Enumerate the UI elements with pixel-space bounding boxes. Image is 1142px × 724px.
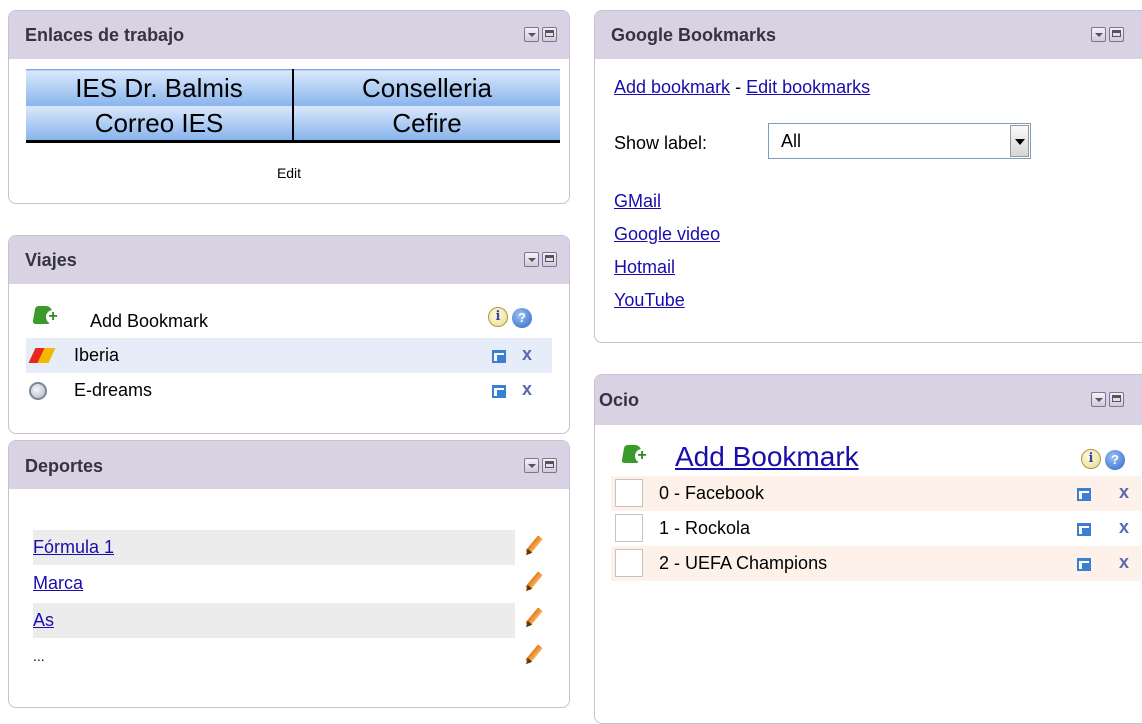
bookmark-link-marca[interactable]: Marca <box>33 566 83 601</box>
add-bookmark-icon[interactable] <box>621 445 649 467</box>
edit-pencil-icon[interactable] <box>523 607 545 629</box>
bookmark-link-google-video[interactable]: Google video <box>614 224 720 244</box>
minimize-icon[interactable] <box>524 27 539 42</box>
maximize-icon[interactable] <box>1109 392 1124 407</box>
edit-pencil-icon[interactable] <box>523 571 545 593</box>
bookmark-link-youtube[interactable]: YouTube <box>614 290 685 310</box>
maximize-icon[interactable] <box>542 27 557 42</box>
label-select-value: All <box>781 131 802 151</box>
widget-deportes: Deportes Fórmula 1 Marca As ... <box>8 440 570 708</box>
open-window-icon[interactable] <box>1077 523 1091 536</box>
list-item[interactable]: ... <box>33 639 515 674</box>
open-window-icon[interactable] <box>1077 488 1091 501</box>
bookmark-link-gmail[interactable]: GMail <box>614 191 661 211</box>
help-icon[interactable]: ? <box>1105 450 1125 470</box>
edit-link[interactable]: Edit <box>9 165 569 181</box>
widget-title: Ocio <box>599 390 640 410</box>
list-item[interactable]: Fórmula 1 <box>33 530 515 565</box>
widget-header[interactable]: Viajes <box>9 236 569 284</box>
maximize-icon[interactable] <box>1109 27 1124 42</box>
item-checkbox[interactable] <box>615 549 643 577</box>
list-item[interactable]: E-dreams x <box>26 373 552 408</box>
bookmark-link-uefa-champions[interactable]: 2 - UEFA Champions <box>659 546 827 581</box>
list-item[interactable]: Iberia x <box>26 338 552 373</box>
maximize-icon[interactable] <box>542 252 557 267</box>
chevron-down-icon[interactable] <box>1010 125 1029 157</box>
work-links-table: IES Dr. Balmis Conselleria Correo IES Ce… <box>26 69 560 143</box>
show-label-text: Show label: <box>614 133 708 153</box>
add-bookmark-icon[interactable] <box>32 306 60 328</box>
maximize-icon[interactable] <box>542 458 557 473</box>
bookmark-link-hotmail[interactable]: Hotmail <box>614 257 675 277</box>
list-item[interactable]: Marca <box>33 566 515 601</box>
open-window-icon[interactable] <box>1077 558 1091 571</box>
edit-bookmarks-link[interactable]: Edit bookmarks <box>746 77 870 97</box>
add-bookmark-button[interactable]: Add Bookmark <box>90 304 208 339</box>
list-item[interactable]: 0 - Facebook x <box>611 476 1141 511</box>
open-window-icon[interactable] <box>492 350 506 363</box>
widget-title: Deportes <box>25 456 104 476</box>
delete-icon[interactable]: x <box>1119 517 1129 538</box>
work-link-ies-dr-balmis[interactable]: IES Dr. Balmis <box>26 69 294 106</box>
add-bookmark-row: Add Bookmark i ? <box>26 302 556 337</box>
info-icon[interactable]: i <box>488 307 508 327</box>
minimize-icon[interactable] <box>524 252 539 267</box>
widget-title: Google Bookmarks <box>611 25 777 45</box>
add-bookmark-row: Add Bookmark i ? <box>611 437 1141 477</box>
delete-icon[interactable]: x <box>1119 552 1129 573</box>
work-link-correo-ies[interactable]: Correo IES <box>26 106 294 143</box>
bookmark-actions: Add bookmark - Edit bookmarks <box>614 75 870 99</box>
add-bookmark-link[interactable]: Add bookmark <box>614 77 730 97</box>
delete-icon[interactable]: x <box>522 379 532 400</box>
iberia-logo-icon <box>32 346 54 364</box>
widget-viajes: Viajes Add Bookmark i ? Iberia x E-dream… <box>8 235 570 434</box>
delete-icon[interactable]: x <box>522 344 532 365</box>
separator: - <box>730 77 747 97</box>
google-bookmark-list: GMail Google video Hotmail YouTube <box>614 185 720 317</box>
delete-icon[interactable]: x <box>1119 482 1129 503</box>
bookmark-link-edreams[interactable]: E-dreams <box>74 373 152 408</box>
widget-ocio: Ocio Add Bookmark i ? 0 - Facebook x 1 -… <box>594 374 1142 724</box>
edit-pencil-icon[interactable] <box>523 644 545 666</box>
list-item[interactable]: As <box>33 603 515 638</box>
work-link-conselleria[interactable]: Conselleria <box>293 69 560 106</box>
bookmark-link-as[interactable]: As <box>33 603 54 638</box>
edit-pencil-icon[interactable] <box>523 535 545 557</box>
bookmark-placeholder: ... <box>33 648 45 664</box>
widget-header[interactable]: Enlaces de trabajo <box>9 11 569 59</box>
work-link-cefire[interactable]: Cefire <box>293 106 560 143</box>
bookmark-link-formula-1[interactable]: Fórmula 1 <box>33 530 114 565</box>
widget-title: Enlaces de trabajo <box>25 25 185 45</box>
item-checkbox[interactable] <box>615 514 643 542</box>
help-icon[interactable]: ? <box>512 308 532 328</box>
bookmark-link-rockola[interactable]: 1 - Rockola <box>659 511 750 546</box>
list-item[interactable]: 1 - Rockola x <box>611 511 1141 546</box>
list-item[interactable]: 2 - UEFA Champions x <box>611 546 1141 581</box>
widget-title: Viajes <box>25 250 77 270</box>
item-checkbox[interactable] <box>615 479 643 507</box>
widget-enlaces-de-trabajo: Enlaces de trabajo IES Dr. Balmis Consel… <box>8 10 570 204</box>
widget-header[interactable]: Ocio <box>595 375 1142 425</box>
info-icon[interactable]: i <box>1081 449 1101 469</box>
widget-header[interactable]: Deportes <box>9 441 569 489</box>
minimize-icon[interactable] <box>1091 27 1106 42</box>
open-window-icon[interactable] <box>492 385 506 398</box>
minimize-icon[interactable] <box>524 458 539 473</box>
bookmark-link-facebook[interactable]: 0 - Facebook <box>659 476 764 511</box>
minimize-icon[interactable] <box>1091 392 1106 407</box>
bookmark-link-iberia[interactable]: Iberia <box>74 338 119 373</box>
widget-header[interactable]: Google Bookmarks <box>595 11 1142 59</box>
add-bookmark-button[interactable]: Add Bookmark <box>675 437 859 477</box>
label-select[interactable]: All <box>768 123 1031 159</box>
globe-icon <box>29 382 47 400</box>
